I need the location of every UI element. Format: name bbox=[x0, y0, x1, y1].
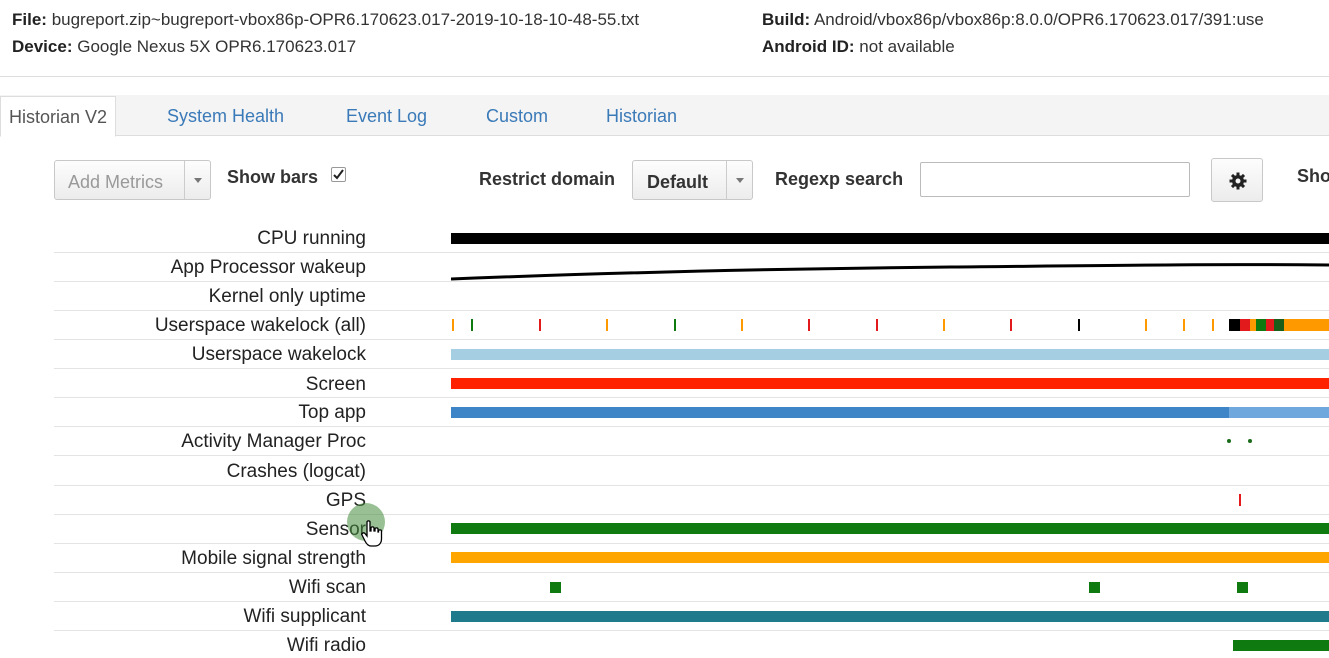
show-bars-label: Show bars bbox=[227, 167, 319, 187]
device-value: Google Nexus 5X OPR6.170623.017 bbox=[77, 37, 357, 56]
build-info: Build: Android/vbox86p/vbox86p:8.0.0/OPR… bbox=[762, 10, 1264, 30]
wakelock-event-block[interactable] bbox=[1229, 319, 1240, 331]
row-divider bbox=[54, 485, 1329, 486]
checkmark-icon bbox=[333, 169, 344, 180]
wakelock-event-tick[interactable] bbox=[674, 319, 676, 331]
metric-label-mobile-signal-strength: Mobile signal strength bbox=[181, 548, 366, 569]
device-info: Device: Google Nexus 5X OPR6.170623.017 bbox=[12, 37, 356, 57]
wakelock-event-block[interactable] bbox=[1256, 319, 1266, 331]
metric-label-screen: Screen bbox=[305, 374, 366, 395]
chevron-down-icon bbox=[184, 161, 210, 199]
wakelock-event-tick[interactable] bbox=[452, 319, 454, 331]
wifi-supplicant-bar[interactable] bbox=[451, 611, 1329, 622]
build-label: Build: bbox=[762, 10, 811, 29]
metric-label-app-processor-wakeup: App Processor wakeup bbox=[170, 257, 366, 278]
metric-label-cpu-running: CPU running bbox=[257, 228, 366, 249]
row-divider bbox=[54, 601, 1329, 602]
row-divider bbox=[54, 339, 1329, 340]
file-label: File: bbox=[12, 10, 47, 29]
header-divider bbox=[0, 76, 1329, 77]
tab-historian-v2[interactable]: Historian V2 bbox=[0, 96, 117, 137]
build-value: Android/vbox86p/vbox86p:8.0.0/OPR6.17062… bbox=[813, 10, 1264, 29]
restrict-domain-label: Restrict domain bbox=[479, 169, 616, 189]
row-divider bbox=[54, 426, 1329, 427]
android-id-value: not available bbox=[859, 37, 955, 56]
metric-label-userspace-wakelock: Userspace wakelock bbox=[191, 344, 366, 365]
row-divider bbox=[54, 455, 1329, 456]
restrict-domain-value: Default bbox=[647, 172, 709, 192]
wakelock-event-tick[interactable] bbox=[1212, 319, 1214, 331]
wakelock-event-block[interactable] bbox=[1274, 319, 1284, 331]
row-divider bbox=[54, 543, 1329, 544]
add-metrics-select[interactable]: Add Metrics bbox=[54, 160, 211, 200]
regexp-search-input[interactable] bbox=[920, 162, 1190, 197]
row-divider bbox=[54, 368, 1329, 369]
show-label-truncated: Sho bbox=[1297, 166, 1329, 186]
screen-bar[interactable] bbox=[451, 378, 1329, 389]
show-bars-checkbox[interactable] bbox=[331, 167, 346, 182]
metric-label-wifi-supplicant: Wifi supplicant bbox=[243, 606, 367, 627]
row-divider bbox=[54, 397, 1329, 398]
wakelock-event-tick[interactable] bbox=[1010, 319, 1012, 331]
tab-event-log[interactable]: Event Log bbox=[346, 96, 427, 135]
row-divider bbox=[54, 572, 1329, 573]
wakelock-event-block[interactable] bbox=[1240, 319, 1250, 331]
metric-label-wifi-scan: Wifi scan bbox=[288, 577, 366, 598]
wakelock-event-tick[interactable] bbox=[606, 319, 608, 331]
metric-label-activity-manager-proc: Activity Manager Proc bbox=[181, 431, 366, 452]
wakelock-event-tick[interactable] bbox=[808, 319, 810, 331]
wifi-radio-bar[interactable] bbox=[1233, 640, 1329, 651]
wakelock-event-tick[interactable] bbox=[741, 319, 743, 331]
file-value: bugreport.zip~bugreport-vbox86p-OPR6.170… bbox=[51, 10, 640, 29]
wifi-scan-event[interactable] bbox=[1237, 582, 1248, 593]
app-processor-wakeup-line bbox=[451, 263, 1329, 281]
metric-label-gps: GPS bbox=[325, 490, 366, 511]
top-app-bar[interactable] bbox=[1229, 407, 1329, 418]
wakelock-event-block[interactable] bbox=[1266, 319, 1274, 331]
android-id-label: Android ID: bbox=[762, 37, 855, 56]
wakelock-event-tick[interactable] bbox=[943, 319, 945, 331]
sensor-bar[interactable] bbox=[451, 523, 1329, 534]
top-app-bar[interactable] bbox=[451, 407, 1229, 418]
chevron-down-icon bbox=[726, 161, 752, 199]
metric-label-crashes-logcat: Crashes (logcat) bbox=[226, 461, 366, 482]
hand-cursor-icon bbox=[361, 520, 383, 547]
activity-manager-event-dot[interactable] bbox=[1248, 439, 1252, 443]
tab-custom[interactable]: Custom bbox=[486, 96, 548, 135]
metric-label-kernel-only-uptime: Kernel only uptime bbox=[208, 286, 366, 307]
restrict-domain-select[interactable]: Default bbox=[632, 160, 753, 200]
regexp-search-label: Regexp search bbox=[775, 169, 904, 189]
tab-historian[interactable]: Historian bbox=[606, 96, 677, 135]
metric-label-userspace-wakelock-all: Userspace wakelock (all) bbox=[154, 315, 366, 336]
tab-system-health[interactable]: System Health bbox=[167, 96, 284, 135]
mobile-signal-strength-bar[interactable] bbox=[451, 552, 1329, 563]
gps-event-tick[interactable] bbox=[1239, 494, 1241, 506]
android-id-info: Android ID: not available bbox=[762, 37, 955, 57]
add-metrics-placeholder: Add Metrics bbox=[68, 172, 164, 192]
metric-label-sensor: Sensor bbox=[305, 519, 366, 540]
cpu-running-bar[interactable] bbox=[451, 233, 1329, 244]
wakelock-event-tick[interactable] bbox=[539, 319, 541, 331]
row-divider bbox=[54, 310, 1329, 311]
wakelock-event-tick[interactable] bbox=[1183, 319, 1185, 331]
metric-label-wifi-radio: Wifi radio bbox=[286, 635, 366, 656]
row-divider bbox=[54, 252, 1329, 253]
wakelock-event-tick[interactable] bbox=[1078, 319, 1080, 331]
wakelock-event-block[interactable] bbox=[1284, 319, 1329, 331]
wifi-scan-event[interactable] bbox=[1089, 582, 1100, 593]
userspace-wakelock-bar[interactable] bbox=[451, 349, 1329, 360]
gear-icon bbox=[1229, 172, 1247, 190]
wifi-scan-event[interactable] bbox=[550, 582, 561, 593]
wakelock-event-tick[interactable] bbox=[876, 319, 878, 331]
settings-button[interactable] bbox=[1211, 158, 1263, 202]
row-divider bbox=[54, 514, 1329, 515]
device-label: Device: bbox=[12, 37, 73, 56]
wakelock-event-tick[interactable] bbox=[1145, 319, 1147, 331]
activity-manager-event-dot[interactable] bbox=[1227, 439, 1231, 443]
metric-label-top-app: Top app bbox=[298, 402, 366, 423]
row-divider bbox=[54, 630, 1329, 631]
file-info: File: bugreport.zip~bugreport-vbox86p-OP… bbox=[12, 10, 639, 30]
wakelock-event-tick[interactable] bbox=[471, 319, 473, 331]
